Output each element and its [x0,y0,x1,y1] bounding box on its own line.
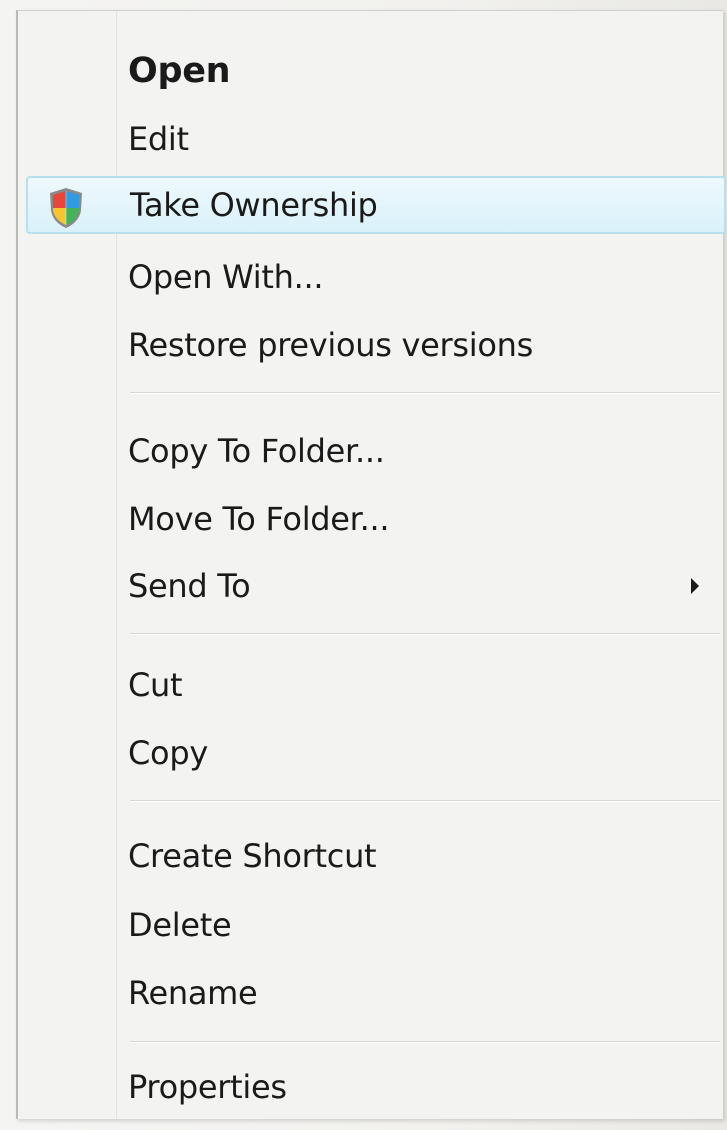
menu-separator [130,392,720,394]
menu-item-label: Open With... [128,258,324,296]
context-menu: Open Edit Take Ownership Open With... Re… [16,10,726,1119]
menu-item-cut[interactable]: Cut [18,655,723,715]
menu-item-label: Delete [128,906,232,944]
menu-item-properties[interactable]: Properties [18,1057,723,1117]
menu-item-take-ownership[interactable]: Take Ownership [26,176,726,234]
menu-item-restore-previous-versions[interactable]: Restore previous versions [18,315,723,375]
submenu-arrow-icon [691,578,699,594]
menu-item-delete[interactable]: Delete [18,895,723,955]
menu-item-label: Copy To Folder... [128,432,385,470]
menu-item-label: Copy [128,734,208,772]
menu-item-open[interactable]: Open [18,41,723,101]
menu-item-label: Rename [128,974,258,1012]
menu-item-create-shortcut[interactable]: Create Shortcut [18,826,723,886]
menu-item-rename[interactable]: Rename [18,963,723,1023]
menu-item-edit[interactable]: Edit [18,109,723,169]
menu-item-open-with[interactable]: Open With... [18,247,723,307]
menu-item-move-to-folder[interactable]: Move To Folder... [18,489,723,549]
menu-item-label: Send To [128,567,251,605]
menu-item-label: Create Shortcut [128,837,377,875]
screen: Open Edit Take Ownership Open With... Re… [0,0,727,1130]
menu-item-label: Cut [128,666,183,704]
uac-shield-icon [50,188,82,228]
menu-item-label: Restore previous versions [128,326,533,364]
menu-item-copy-to-folder[interactable]: Copy To Folder... [18,421,723,481]
menu-separator [130,1041,720,1043]
menu-item-label: Properties [128,1068,287,1106]
menu-separator [130,633,720,635]
menu-item-label: Open [128,51,231,91]
menu-item-label: Edit [128,120,189,158]
menu-item-send-to[interactable]: Send To [18,556,723,616]
menu-item-copy[interactable]: Copy [18,723,723,783]
menu-separator [130,800,720,802]
menu-item-label: Move To Folder... [128,500,390,538]
menu-item-label: Take Ownership [130,186,378,224]
